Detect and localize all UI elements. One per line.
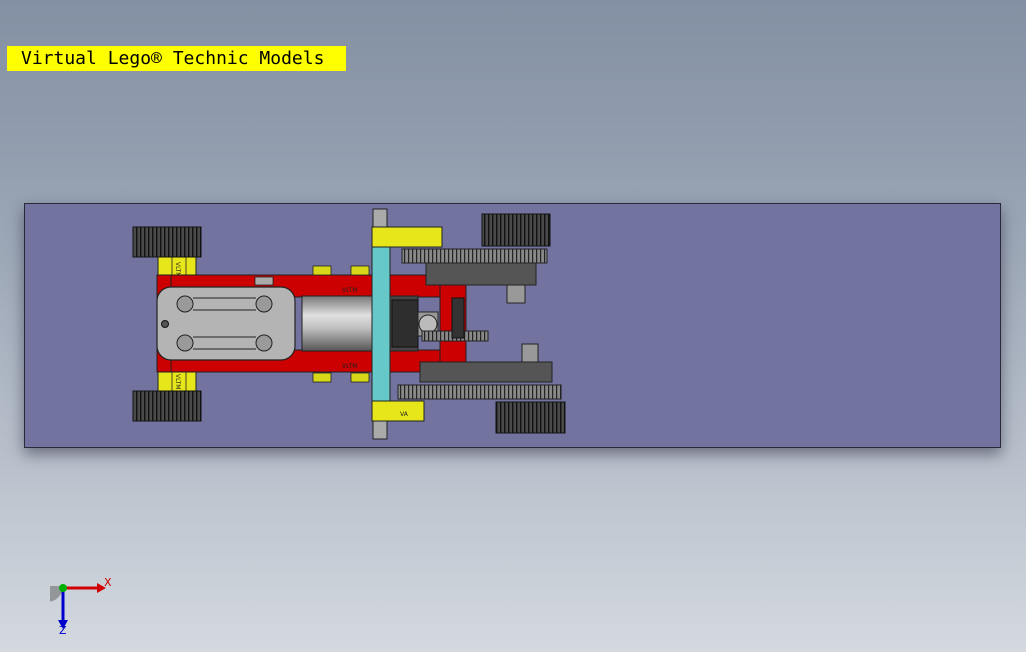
axle-mark: VA xyxy=(400,411,409,418)
x-axis-label: X xyxy=(104,576,112,589)
beam-mark-bottom: VLTM xyxy=(174,374,181,389)
lego-model-view[interactable]: VLTM VLTM VLTM VLTM VA xyxy=(0,0,1026,652)
chassis-mark-top: VLTM xyxy=(342,287,357,294)
z-axis-label: Z xyxy=(59,624,67,636)
chassis-mark-bottom: VLTM xyxy=(342,363,357,370)
coordinate-triad-icon: X Z xyxy=(50,576,112,636)
rear-wheel-bottom xyxy=(132,390,202,422)
rear-wheel-top xyxy=(132,226,202,258)
battery-box xyxy=(156,286,296,361)
front-wheel-top xyxy=(481,213,551,247)
front-wheel-bottom xyxy=(495,401,566,434)
motor xyxy=(301,295,439,352)
